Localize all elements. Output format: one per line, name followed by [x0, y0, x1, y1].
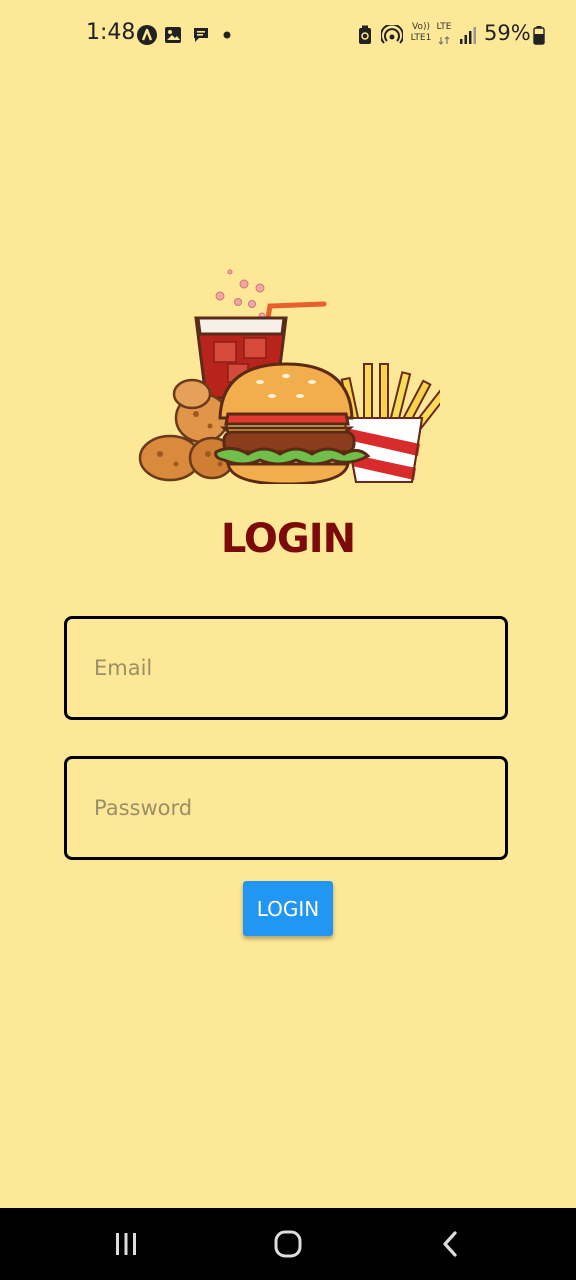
lte-label: LTE	[436, 22, 452, 32]
battery-percent: 59%	[484, 21, 531, 45]
battery-saver-icon	[357, 24, 373, 46]
volte-label: Vo))	[412, 22, 430, 32]
app-a-icon	[136, 24, 158, 46]
password-field[interactable]	[64, 756, 508, 860]
recent-apps-icon[interactable]	[106, 1226, 146, 1262]
login-button[interactable]: LOGIN	[243, 881, 333, 936]
lte-arrows-icon	[436, 35, 452, 45]
status-time: 1:48	[86, 20, 136, 45]
navigation-bar	[0, 1208, 576, 1280]
signal-icon	[458, 24, 478, 46]
hotspot-icon	[380, 24, 404, 46]
back-icon[interactable]	[430, 1226, 470, 1262]
email-field[interactable]	[64, 616, 508, 720]
lte1-label: LTE1	[410, 33, 432, 43]
chat-icon	[191, 24, 211, 46]
login-title: LOGIN	[220, 516, 356, 562]
image-icon	[163, 24, 183, 46]
battery-icon	[532, 24, 546, 46]
fast-food-illustration	[136, 268, 452, 486]
status-bar: 1:48 Vo)) LTE1 LTE 59%	[0, 0, 576, 70]
dot-icon	[222, 24, 232, 46]
home-icon[interactable]	[268, 1226, 308, 1262]
